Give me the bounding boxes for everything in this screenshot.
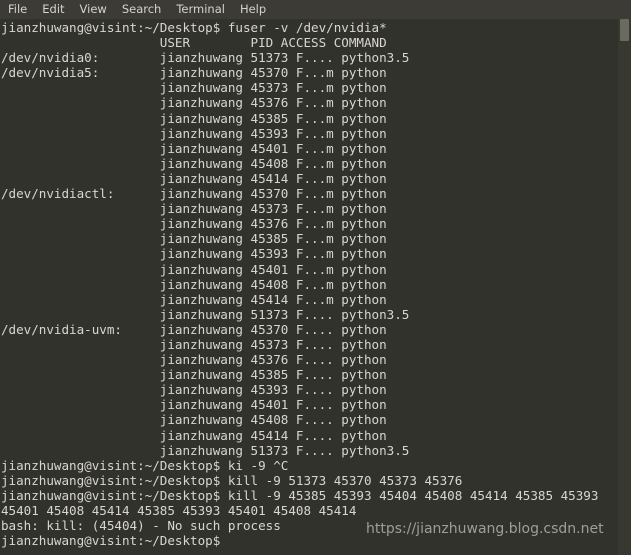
terminal-line: /dev/nvidia-uvm: jianzhuwang 45370 F....… xyxy=(1,321,387,337)
terminal-line: jianzhuwang@visint:~/Desktop$ kill -9 45… xyxy=(1,487,599,503)
terminal-line: jianzhuwang 45408 F.... python xyxy=(1,412,387,428)
terminal-line: jianzhuwang 45376 F.... python xyxy=(1,352,387,368)
terminal-line: jianzhuwang 45385 F...m python xyxy=(1,231,387,247)
menu-item-help[interactable]: Help xyxy=(240,0,266,19)
terminal-line: jianzhuwang 45408 F...m python xyxy=(1,155,387,171)
terminal-line: jianzhuwang 45376 F...m python xyxy=(1,95,387,111)
terminal-line: jianzhuwang 51373 F.... python3.5 xyxy=(1,306,410,322)
terminal-line: jianzhuwang 45401 F.... python xyxy=(1,397,387,413)
terminal-line: /dev/nvidia5: jianzhuwang 45370 F...m py… xyxy=(1,65,387,81)
terminal-line: jianzhuwang 51373 F.... python3.5 xyxy=(1,442,410,458)
menu-item-edit[interactable]: Edit xyxy=(42,0,64,19)
terminal-line: /dev/nvidia0: jianzhuwang 51373 F.... py… xyxy=(1,50,410,66)
terminal-window: File Edit View Search Terminal Help jian… xyxy=(0,0,631,555)
terminal-line: jianzhuwang 45414 F...m python xyxy=(1,170,387,186)
terminal-line: jianzhuwang 45376 F...m python xyxy=(1,216,387,232)
terminal-line: jianzhuwang 45401 F...m python xyxy=(1,140,387,156)
terminal-line: jianzhuwang@visint:~/Desktop$ fuser -v /… xyxy=(1,20,387,35)
terminal-line: jianzhuwang 45393 F.... python xyxy=(1,382,387,398)
terminal-line: 45401 45408 45414 45385 45393 45401 4540… xyxy=(1,503,357,518)
terminal-line: USER PID ACCESS COMMAND xyxy=(1,35,387,51)
terminal-line: jianzhuwang 45373 F...m python xyxy=(1,201,387,217)
terminal-line: jianzhuwang 45385 F...m python xyxy=(1,110,387,126)
terminal-line: jianzhuwang 45414 F...m python xyxy=(1,291,387,307)
menu-item-view[interactable]: View xyxy=(80,0,107,19)
scrollbar-thumb[interactable] xyxy=(620,19,629,41)
terminal-line: jianzhuwang 45373 F...m python xyxy=(1,80,387,96)
terminal-line: jianzhuwang 45385 F.... python xyxy=(1,367,387,383)
terminal-line: jianzhuwang 45393 F...m python xyxy=(1,246,387,262)
menu-item-file[interactable]: File xyxy=(8,0,27,19)
terminal-line: /dev/nvidiactl: jianzhuwang 45370 F...m … xyxy=(1,186,387,202)
menu-item-search[interactable]: Search xyxy=(122,0,162,19)
terminal-line: jianzhuwang@visint:~/Desktop$ ki -9 ^C xyxy=(1,457,289,473)
terminal-line: jianzhuwang 45408 F...m python xyxy=(1,276,387,292)
terminal-line: jianzhuwang@visint:~/Desktop$ kill -9 51… xyxy=(1,472,463,488)
vertical-scrollbar[interactable] xyxy=(618,19,631,555)
menu-item-terminal[interactable]: Terminal xyxy=(176,0,225,19)
menu-bar: File Edit View Search Terminal Help xyxy=(0,0,631,19)
terminal-output-area[interactable]: jianzhuwang@visint:~/Desktop$ fuser -v /… xyxy=(0,19,631,555)
terminal-line: jianzhuwang 45414 F.... python xyxy=(1,427,387,443)
watermark-url: https://jianzhuwang.blog.csdn.net xyxy=(366,521,604,537)
terminal-line: jianzhuwang 45401 F...m python xyxy=(1,261,387,277)
terminal-line: jianzhuwang 45393 F...m python xyxy=(1,125,387,141)
terminal-line: jianzhuwang 45373 F.... python xyxy=(1,336,387,352)
